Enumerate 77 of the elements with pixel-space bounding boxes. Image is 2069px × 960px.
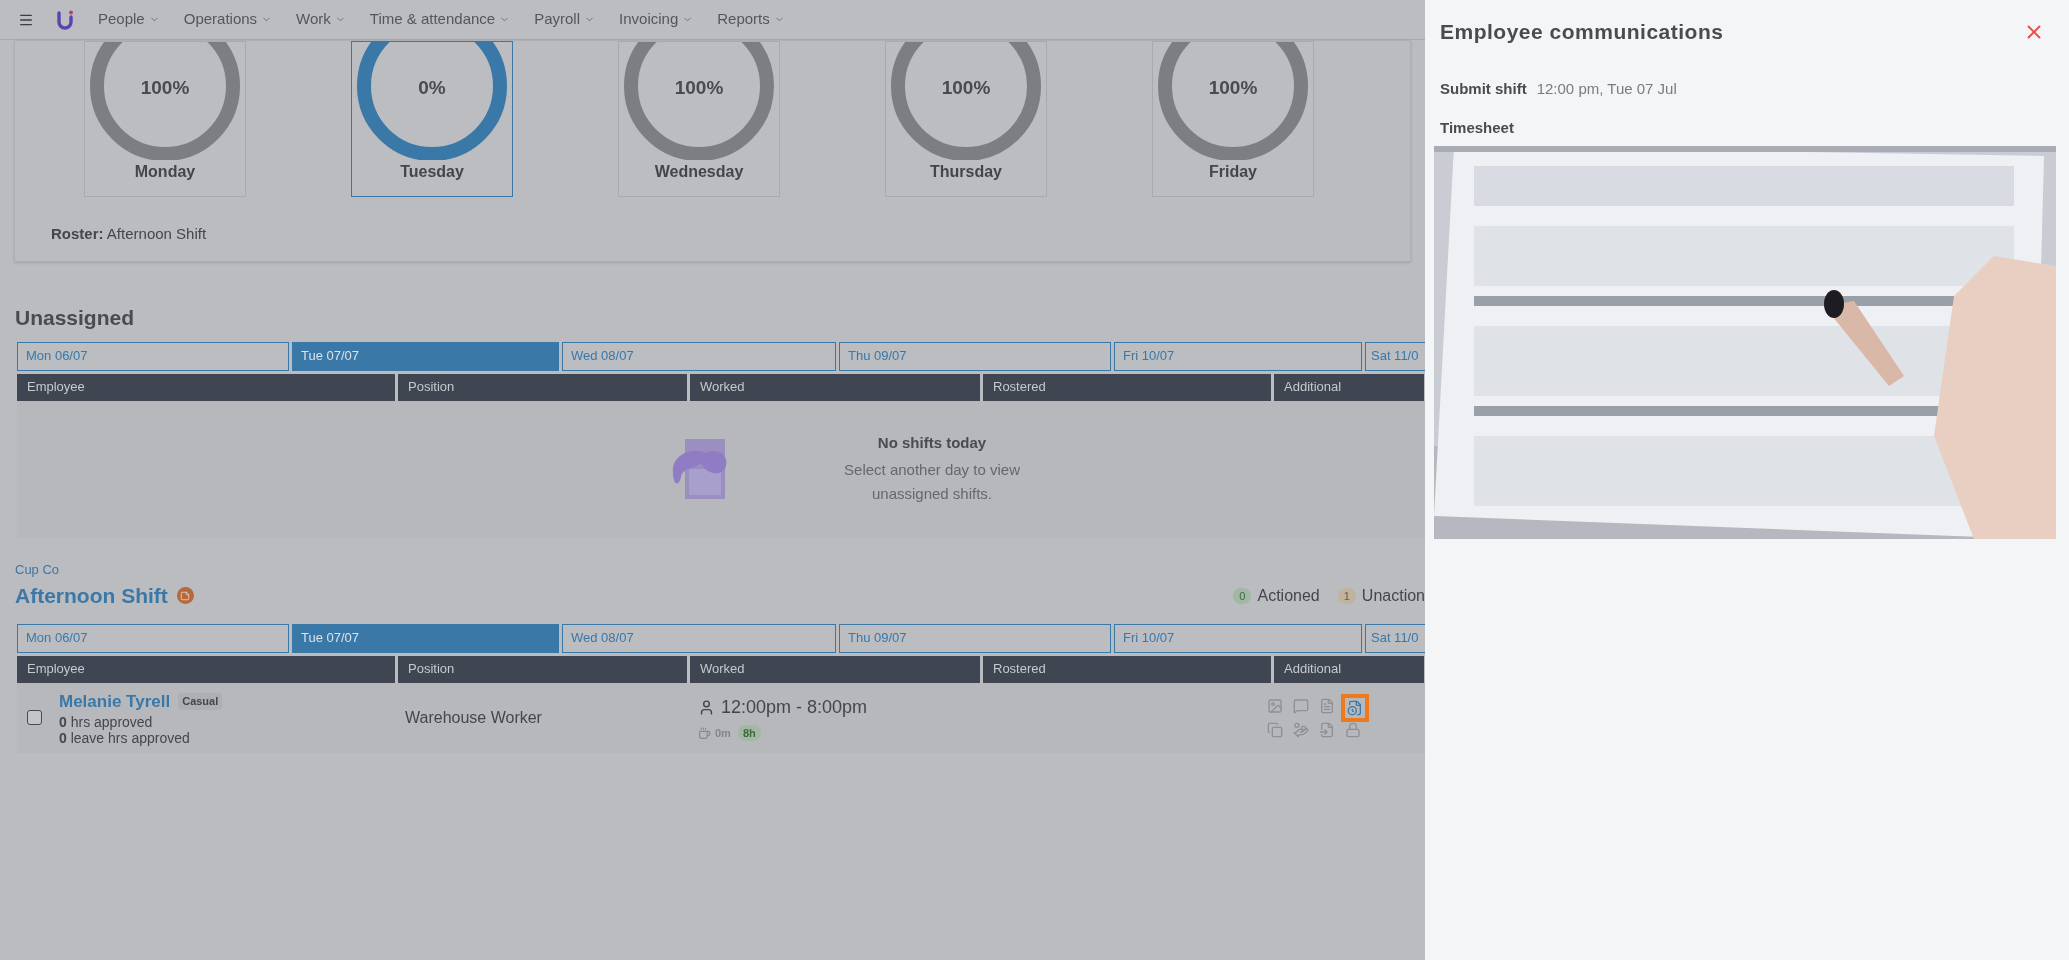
- panel-title: Employee communications: [1440, 19, 1724, 45]
- percent-text: 100%: [673, 76, 725, 100]
- row-checkbox[interactable]: [27, 710, 42, 725]
- hand-coins-icon[interactable]: [1293, 721, 1309, 738]
- person-icon: [698, 698, 715, 716]
- shift-time-text: 12:00pm - 8:00pm: [721, 695, 868, 719]
- hours-badge: 8h: [737, 724, 761, 742]
- nav-menu-item[interactable]: Time & attendance: [369, 8, 511, 31]
- day-card[interactable]: 100% Monday: [84, 41, 246, 197]
- event-time: 12:00 pm, Tue 07 Jul: [1536, 78, 1677, 99]
- day-tab[interactable]: Sat 11/0: [1365, 341, 1425, 371]
- column-header: Worked: [690, 373, 980, 401]
- note-icon[interactable]: [176, 587, 194, 605]
- day-label: Tuesday: [400, 162, 464, 182]
- column-header: Position: [398, 655, 687, 683]
- day-tab[interactable]: Mon 06/07: [17, 341, 289, 371]
- nav-menu-item[interactable]: Invoicing: [619, 8, 694, 31]
- image-icon[interactable]: [1267, 697, 1283, 714]
- column-header: Worked: [690, 655, 980, 683]
- day-tab[interactable]: Thu 09/07: [839, 341, 1111, 371]
- copy-icon[interactable]: [1267, 721, 1283, 738]
- employment-badge: Casual: [178, 693, 223, 710]
- company-label: Cup Co: [15, 560, 61, 579]
- approved-hours-text: 0 hrs approved: [59, 714, 154, 731]
- nav-menu-item[interactable]: People: [98, 8, 160, 31]
- column-header: Additional: [1274, 373, 1424, 401]
- status-label: Unaction: [1361, 585, 1425, 606]
- logo-icon[interactable]: [56, 8, 76, 31]
- column-header: Employee: [17, 373, 395, 401]
- column-header: Position: [398, 373, 687, 401]
- document-icon[interactable]: [1319, 697, 1335, 714]
- day-tab[interactable]: Fri 10/07: [1114, 623, 1362, 653]
- count-badge: 0: [1233, 587, 1252, 604]
- percent-text: 100%: [1207, 76, 1259, 100]
- day-card[interactable]: 100% Wednesday: [618, 41, 780, 197]
- day-card[interactable]: 100% Thursday: [885, 41, 1047, 197]
- shift-title: Afternoon Shift: [15, 583, 168, 609]
- empty-state-title: No shifts today: [877, 433, 987, 454]
- day-tab[interactable]: Wed 08/07: [562, 623, 836, 653]
- lock-icon[interactable]: [1345, 721, 1361, 738]
- section-title: Unassigned: [15, 305, 136, 331]
- day-tab[interactable]: Tue 07/07: [292, 623, 559, 653]
- day-tab[interactable]: Tue 07/07: [292, 341, 559, 371]
- day-label: Thursday: [930, 162, 1002, 182]
- column-header: Additional: [1274, 655, 1424, 683]
- day-label: Wednesday: [654, 162, 744, 182]
- status-label: Actioned: [1257, 585, 1320, 606]
- day-tab[interactable]: Mon 06/07: [17, 623, 289, 653]
- count-badge: 1: [1337, 587, 1356, 604]
- employee-name-link[interactable]: Melanie Tyrell: [59, 688, 171, 715]
- position-text: Warehouse Worker: [405, 707, 543, 728]
- nav-menu-item[interactable]: Payroll: [534, 8, 596, 31]
- event-label: Submit shift: [1440, 78, 1527, 99]
- day-label: Monday: [134, 162, 196, 182]
- nav-menu-item[interactable]: Reports: [717, 8, 785, 31]
- column-header: Rostered: [983, 373, 1271, 401]
- file-arrow-icon[interactable]: [1319, 721, 1335, 738]
- attachment-label: Timesheet: [1440, 118, 1515, 138]
- day-tab[interactable]: Sat 11/0: [1365, 623, 1425, 653]
- percent-text: 100%: [139, 76, 191, 100]
- chat-icon[interactable]: [1293, 697, 1309, 714]
- day-card[interactable]: 100% Friday: [1152, 41, 1314, 197]
- leave-hours-text: 0 leave hrs approved: [59, 730, 191, 747]
- column-header: Rostered: [983, 655, 1271, 683]
- day-label: Friday: [1209, 162, 1257, 182]
- percent-text: 0%: [417, 76, 447, 100]
- day-tab[interactable]: Wed 08/07: [562, 341, 836, 371]
- roster-text: Roster: Afternoon Shift: [51, 224, 208, 244]
- day-tab[interactable]: Fri 10/07: [1114, 341, 1362, 371]
- column-header: Employee: [17, 655, 395, 683]
- coffee-icon: [698, 726, 711, 740]
- empty-state-text: Select another day to view unassigned shifts.: [843, 459, 1021, 504]
- day-tab[interactable]: Thu 09/07: [839, 623, 1111, 653]
- nav-menu-item[interactable]: Operations: [183, 8, 273, 31]
- day-card[interactable]: 0% Tuesday: [351, 41, 513, 197]
- nav-menu-item[interactable]: Work: [296, 8, 346, 31]
- percent-text: 100%: [940, 76, 992, 100]
